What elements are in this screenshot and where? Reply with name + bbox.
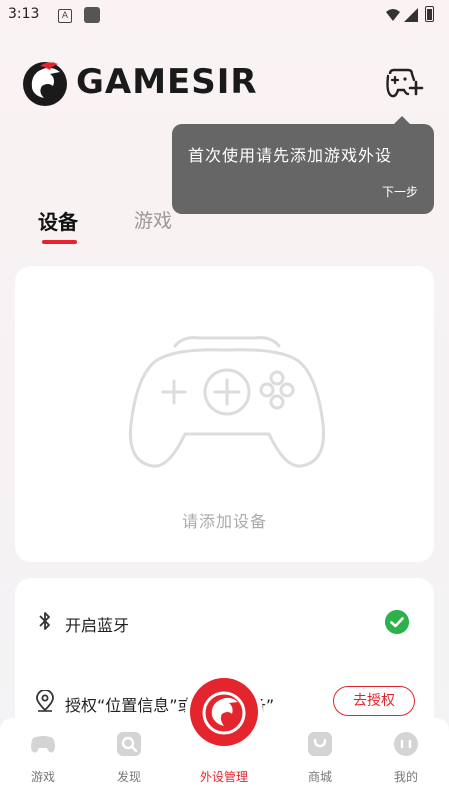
notification-square-icon	[84, 7, 100, 23]
status-bar: 3:13 A	[0, 0, 449, 30]
nav-label-profile: 我的	[393, 770, 418, 784]
bluetooth-row[interactable]: 开启蓝牙	[35, 602, 415, 642]
location-pin-icon	[36, 690, 54, 712]
brand-name: GAMESIR	[76, 62, 258, 102]
add-device-label: 请添加设备	[181, 512, 267, 531]
nav-label-device-management: 外设管理	[199, 770, 248, 784]
nav-item-discover[interactable]: 发现	[99, 732, 159, 785]
notification-a-icon: A	[58, 9, 72, 23]
nav-item-games[interactable]: 游戏	[13, 732, 73, 785]
gamepad-add-icon	[128, 336, 326, 468]
discover-icon	[117, 732, 141, 756]
tooltip-next-button[interactable]: 下一步	[382, 183, 418, 200]
add-device-card[interactable]: 请添加设备	[15, 266, 434, 562]
active-tab-indicator	[42, 240, 77, 244]
tab-devices[interactable]: 设备	[38, 206, 78, 235]
gamepad-icon	[31, 736, 55, 753]
tooltip-text: 首次使用请先添加游戏外设	[188, 146, 393, 165]
signal-icon	[404, 8, 418, 22]
gamesir-logo-icon	[23, 62, 67, 106]
nav-item-device-management[interactable]: 外设管理	[194, 732, 254, 785]
authorize-button[interactable]: 去授权	[333, 686, 415, 716]
bottom-nav: 游戏 发现 外设管理 商城 我的	[0, 678, 449, 800]
check-icon	[385, 610, 409, 634]
profile-icon	[394, 732, 418, 756]
status-time: 3:13	[8, 6, 40, 22]
nav-label-shop: 商城	[307, 770, 332, 784]
gamepad-plus-icon[interactable]	[384, 66, 424, 100]
nav-label-discover: 发现	[116, 770, 141, 784]
bluetooth-icon	[39, 612, 50, 630]
nav-item-shop[interactable]: 商城	[290, 732, 350, 785]
nav-label-games: 游戏	[30, 770, 55, 784]
tab-games[interactable]: 游戏	[134, 206, 172, 233]
battery-icon	[425, 6, 434, 22]
wifi-icon	[386, 9, 400, 21]
bluetooth-label: 开启蓝牙	[65, 616, 130, 635]
nav-item-profile[interactable]: 我的	[376, 732, 436, 785]
shop-icon	[308, 732, 332, 756]
onboarding-tooltip: 首次使用请先添加游戏外设 下一步	[172, 116, 434, 214]
